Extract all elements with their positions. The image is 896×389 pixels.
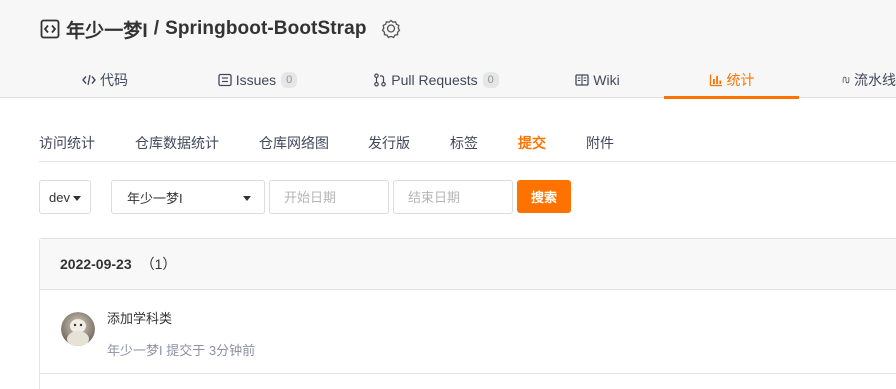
subnav-commits[interactable]: 提交 [518,133,546,153]
commit-date: 2022-09-23 [60,256,132,272]
start-date-input[interactable] [269,180,389,214]
commit-message-link[interactable]: 添加学科类 [107,308,172,327]
chevron-down-icon [243,196,251,201]
tab-pipeline[interactable]: 流水线 [842,62,896,98]
tab-pull-requests-label: Pull Requests [391,72,478,88]
chart-icon [709,74,722,87]
avatar-image [61,312,95,346]
commit-list: 2022-09-23 （1） 添加学科类 年少一梦I 提交于 3分钟前 [39,238,896,389]
tab-statistics-label: 统计 [726,72,755,88]
author-select-value: 年少一梦I [127,190,183,206]
wiki-icon [575,74,589,86]
end-date-input[interactable] [393,180,513,214]
author-select[interactable]: 年少一梦I [111,180,265,214]
pipeline-icon [842,76,850,84]
repo-title: 年少一梦I / Springboot-BootStrap [40,16,401,42]
branch-select[interactable]: dev [39,180,91,214]
issues-icon [218,73,232,87]
pull-requests-count-badge: 0 [482,72,499,88]
tab-wiki-label: Wiki [593,72,620,88]
commit-row: 添加学科类 年少一梦I 提交于 3分钟前 [40,290,896,374]
tab-code[interactable]: 代码 [60,62,150,98]
commit-date-header: 2022-09-23 （1） [40,239,896,290]
repo-separator: / [153,18,160,39]
repo-owner-link[interactable]: 年少一梦I [66,16,148,43]
search-button[interactable]: 搜索 [517,180,571,213]
tab-issues-label: Issues [235,72,277,88]
commit-count: （1） [140,256,177,272]
tab-statistics[interactable]: 统计 [664,62,799,99]
certified-badge-icon[interactable] [381,19,401,39]
branch-select-value: dev [49,189,70,205]
repo-name-link[interactable]: Springboot-BootStrap [165,18,366,40]
tab-code-label: 代码 [100,72,128,88]
code-icon [82,74,96,86]
subnav-repo-data-stats[interactable]: 仓库数据统计 [135,133,219,153]
subnav-network-graph[interactable]: 仓库网络图 [259,133,329,153]
tab-pull-requests[interactable]: Pull Requests 0 [362,62,510,98]
statistics-subnav: 访问统计 仓库数据统计 仓库网络图 发行版 标签 提交 附件 [39,122,896,162]
subnav-attachments[interactable]: 附件 [586,133,614,153]
subnav-visit-stats[interactable]: 访问统计 [39,133,95,153]
subnav-tags[interactable]: 标签 [450,133,478,153]
commit-meta: 年少一梦I 提交于 3分钟前 [107,343,256,358]
repo-tabs: 代码 Issues 0 Pull Requests 0 Wiki 统计 流水线 [0,62,896,99]
issues-count-badge: 0 [281,72,298,88]
tab-wiki[interactable]: Wiki [560,62,635,98]
tab-issues[interactable]: Issues 0 [205,62,310,98]
avatar[interactable] [61,312,95,346]
code-repo-icon [40,19,60,39]
subnav-releases[interactable]: 发行版 [368,133,410,153]
repo-header: 年少一梦I / Springboot-BootStrap 代码 Issues 0 [0,0,896,99]
chevron-down-icon [73,196,81,201]
tab-pipeline-label: 流水线 [854,72,896,88]
pull-request-icon [374,73,387,87]
